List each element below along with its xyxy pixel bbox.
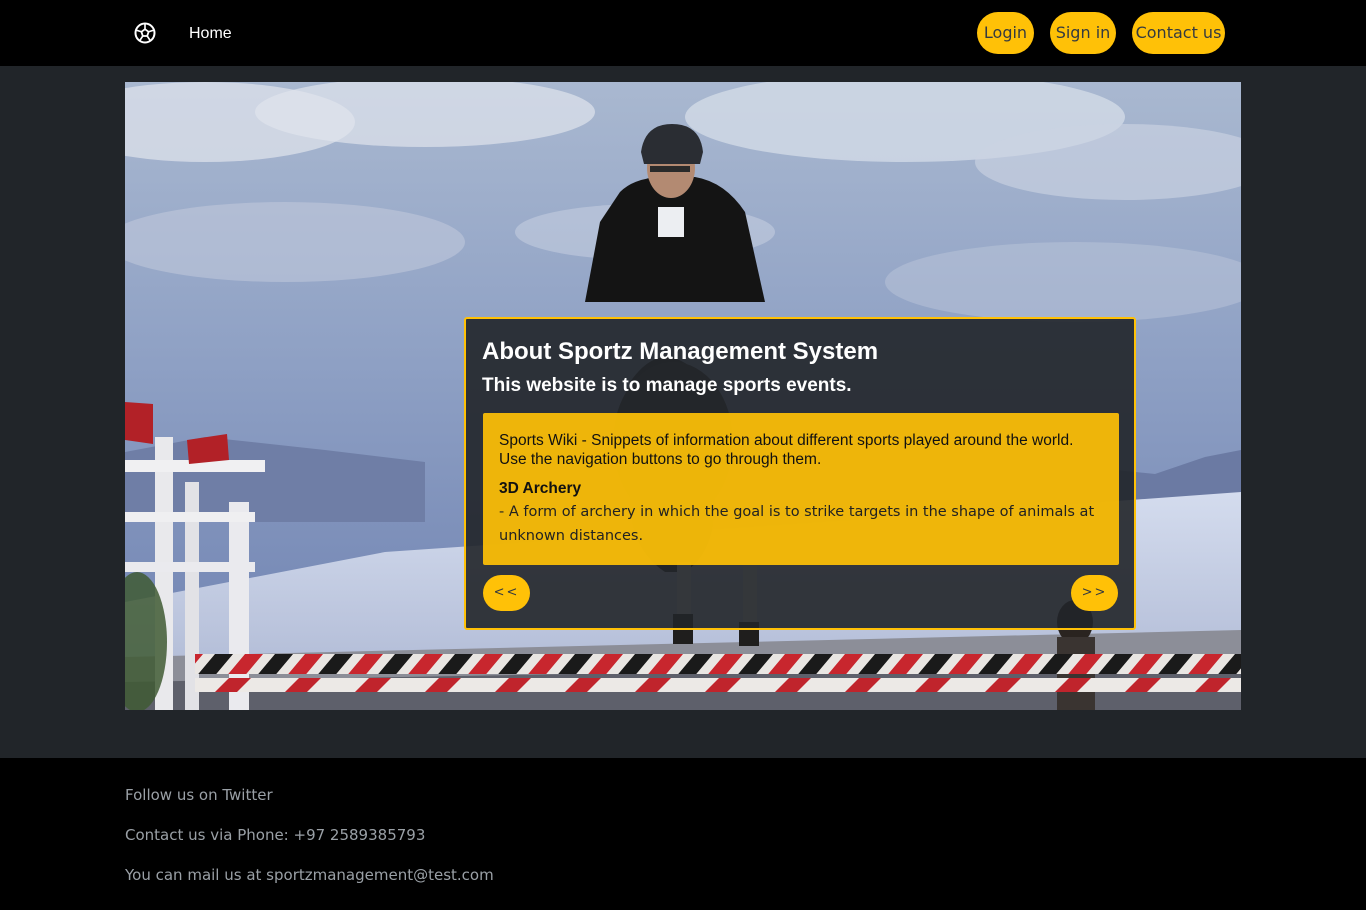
hero-banner: About Sportz Management System This webs… bbox=[125, 82, 1241, 710]
sport-name: 3D Archery bbox=[499, 480, 582, 497]
sign-in-button[interactable]: Sign in bbox=[1050, 12, 1116, 54]
nav-home-link[interactable]: Home bbox=[189, 24, 232, 43]
contact-us-button[interactable]: Contact us bbox=[1132, 12, 1225, 54]
sport-description: - A form of archery in which the goal is… bbox=[499, 504, 1095, 544]
previous-sport-button[interactable]: << bbox=[483, 575, 530, 611]
login-button[interactable]: Login bbox=[977, 12, 1034, 54]
footer-phone: Contact us via Phone: +97 2589385793 bbox=[125, 826, 426, 844]
wiki-intro: Sports Wiki - Snippets of information ab… bbox=[499, 432, 1074, 468]
sports-wiki-box: Sports Wiki - Snippets of information ab… bbox=[483, 413, 1119, 565]
footer: Follow us on Twitter Contact us via Phon… bbox=[0, 758, 1366, 910]
navbar: Home Login Sign in Contact us bbox=[0, 0, 1366, 66]
about-subtitle: This website is to manage sports events. bbox=[482, 375, 852, 396]
footer-twitter-link[interactable]: Follow us on Twitter bbox=[125, 786, 273, 804]
next-sport-button[interactable]: >> bbox=[1071, 575, 1118, 611]
soccer-ball-icon[interactable] bbox=[133, 21, 157, 45]
about-card: About Sportz Management System This webs… bbox=[464, 317, 1136, 630]
footer-email: You can mail us at sportzmanagement@test… bbox=[125, 866, 494, 884]
about-title: About Sportz Management System bbox=[482, 338, 879, 365]
